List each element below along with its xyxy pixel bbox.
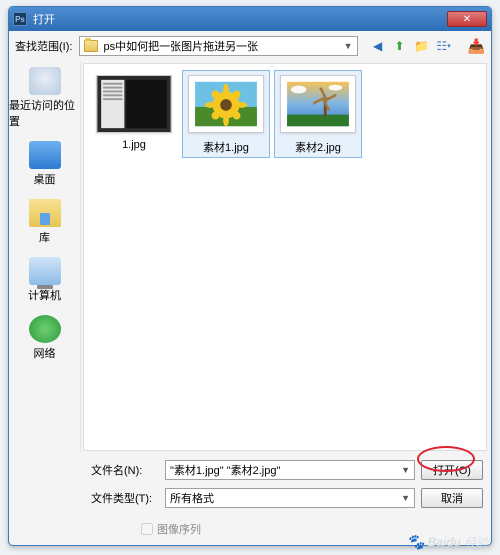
back-icon[interactable]: ◀: [370, 38, 386, 54]
libraries-icon: [29, 199, 61, 227]
place-label: 桌面: [34, 171, 56, 187]
extra-icon[interactable]: 📥: [468, 38, 485, 55]
view-menu-icon[interactable]: ☷▾: [436, 38, 452, 54]
dropdown-arrow-icon[interactable]: ▼: [344, 41, 353, 51]
thumbnail: [188, 75, 264, 133]
sequence-checkbox[interactable]: [141, 523, 153, 535]
titlebar[interactable]: Ps 打开 ✕: [9, 7, 491, 31]
lookin-label: 查找范围(I):: [15, 38, 72, 54]
toolbar: 查找范围(I): ps中如何把一张图片拖进另一张 ▼ ◀ ⬆ 📁 ☷▾ 📥: [9, 31, 491, 61]
file-item[interactable]: 素材1.jpg: [182, 70, 270, 158]
folder-dropdown[interactable]: ps中如何把一张图片拖进另一张 ▼: [79, 36, 357, 56]
place-label: 最近访问的位置: [9, 97, 80, 129]
open-button[interactable]: 打开(O): [421, 460, 483, 480]
dialog-body: 最近访问的位置 桌面 库 计算机 网络: [9, 61, 491, 453]
filename-field[interactable]: "素材1.jpg" "素材2.jpg" ▼: [165, 460, 415, 480]
file-grid: 1.jpg 素材1.jpg 素材2.jpg: [90, 70, 480, 158]
place-computer[interactable]: 计算机: [9, 255, 80, 305]
place-label: 网络: [34, 345, 56, 361]
toolbar-icons: ◀ ⬆ 📁 ☷▾: [370, 38, 452, 54]
dialog-title: 打开: [33, 11, 447, 27]
file-name: 素材1.jpg: [203, 139, 249, 155]
place-network[interactable]: 网络: [9, 313, 80, 363]
paw-icon: 🐾: [406, 533, 425, 551]
file-pane[interactable]: 1.jpg 素材1.jpg 素材2.jpg: [83, 63, 487, 451]
file-name: 1.jpg: [122, 139, 146, 151]
filetype-label: 文件类型(T):: [91, 490, 159, 506]
filename-value: "素材1.jpg" "素材2.jpg": [170, 462, 280, 478]
network-icon: [29, 315, 61, 343]
place-libraries[interactable]: 库: [9, 197, 80, 247]
open-dialog: Ps 打开 ✕ 查找范围(I): ps中如何把一张图片拖进另一张 ▼ ◀ ⬆ 📁…: [8, 6, 492, 546]
sequence-label: 图像序列: [157, 521, 201, 537]
place-desktop[interactable]: 桌面: [9, 139, 80, 189]
computer-icon: [29, 257, 61, 285]
folder-name: ps中如何把一张图片拖进另一张: [103, 38, 258, 54]
cancel-button[interactable]: 取消: [421, 488, 483, 508]
place-recent[interactable]: 最近访问的位置: [9, 65, 80, 131]
file-name: 素材2.jpg: [295, 139, 341, 155]
thumbnail: [280, 75, 356, 133]
place-label: 库: [39, 229, 50, 245]
dropdown-arrow-icon[interactable]: ▼: [401, 493, 410, 503]
dropdown-arrow-icon[interactable]: ▼: [401, 465, 410, 475]
file-item[interactable]: 1.jpg: [90, 70, 178, 158]
places-bar: 最近访问的位置 桌面 库 计算机 网络: [9, 61, 81, 453]
filetype-dropdown[interactable]: 所有格式 ▼: [165, 488, 415, 508]
folder-icon: [84, 40, 98, 52]
desktop-icon: [29, 141, 61, 169]
ps-icon: Ps: [13, 12, 27, 26]
place-label: 计算机: [28, 287, 61, 303]
filename-label: 文件名(N):: [91, 462, 159, 478]
up-icon[interactable]: ⬆: [392, 38, 408, 54]
thumbnail: [96, 75, 172, 133]
file-item[interactable]: 素材2.jpg: [274, 70, 362, 158]
bottom-panel: 文件名(N): "素材1.jpg" "素材2.jpg" ▼ 打开(O) 文件类型…: [9, 453, 491, 515]
new-folder-icon[interactable]: 📁: [414, 38, 430, 54]
recent-icon: [29, 67, 61, 95]
close-button[interactable]: ✕: [447, 11, 487, 27]
watermark: 🐾 Baidu 经验: [406, 533, 488, 551]
filetype-value: 所有格式: [170, 490, 214, 506]
